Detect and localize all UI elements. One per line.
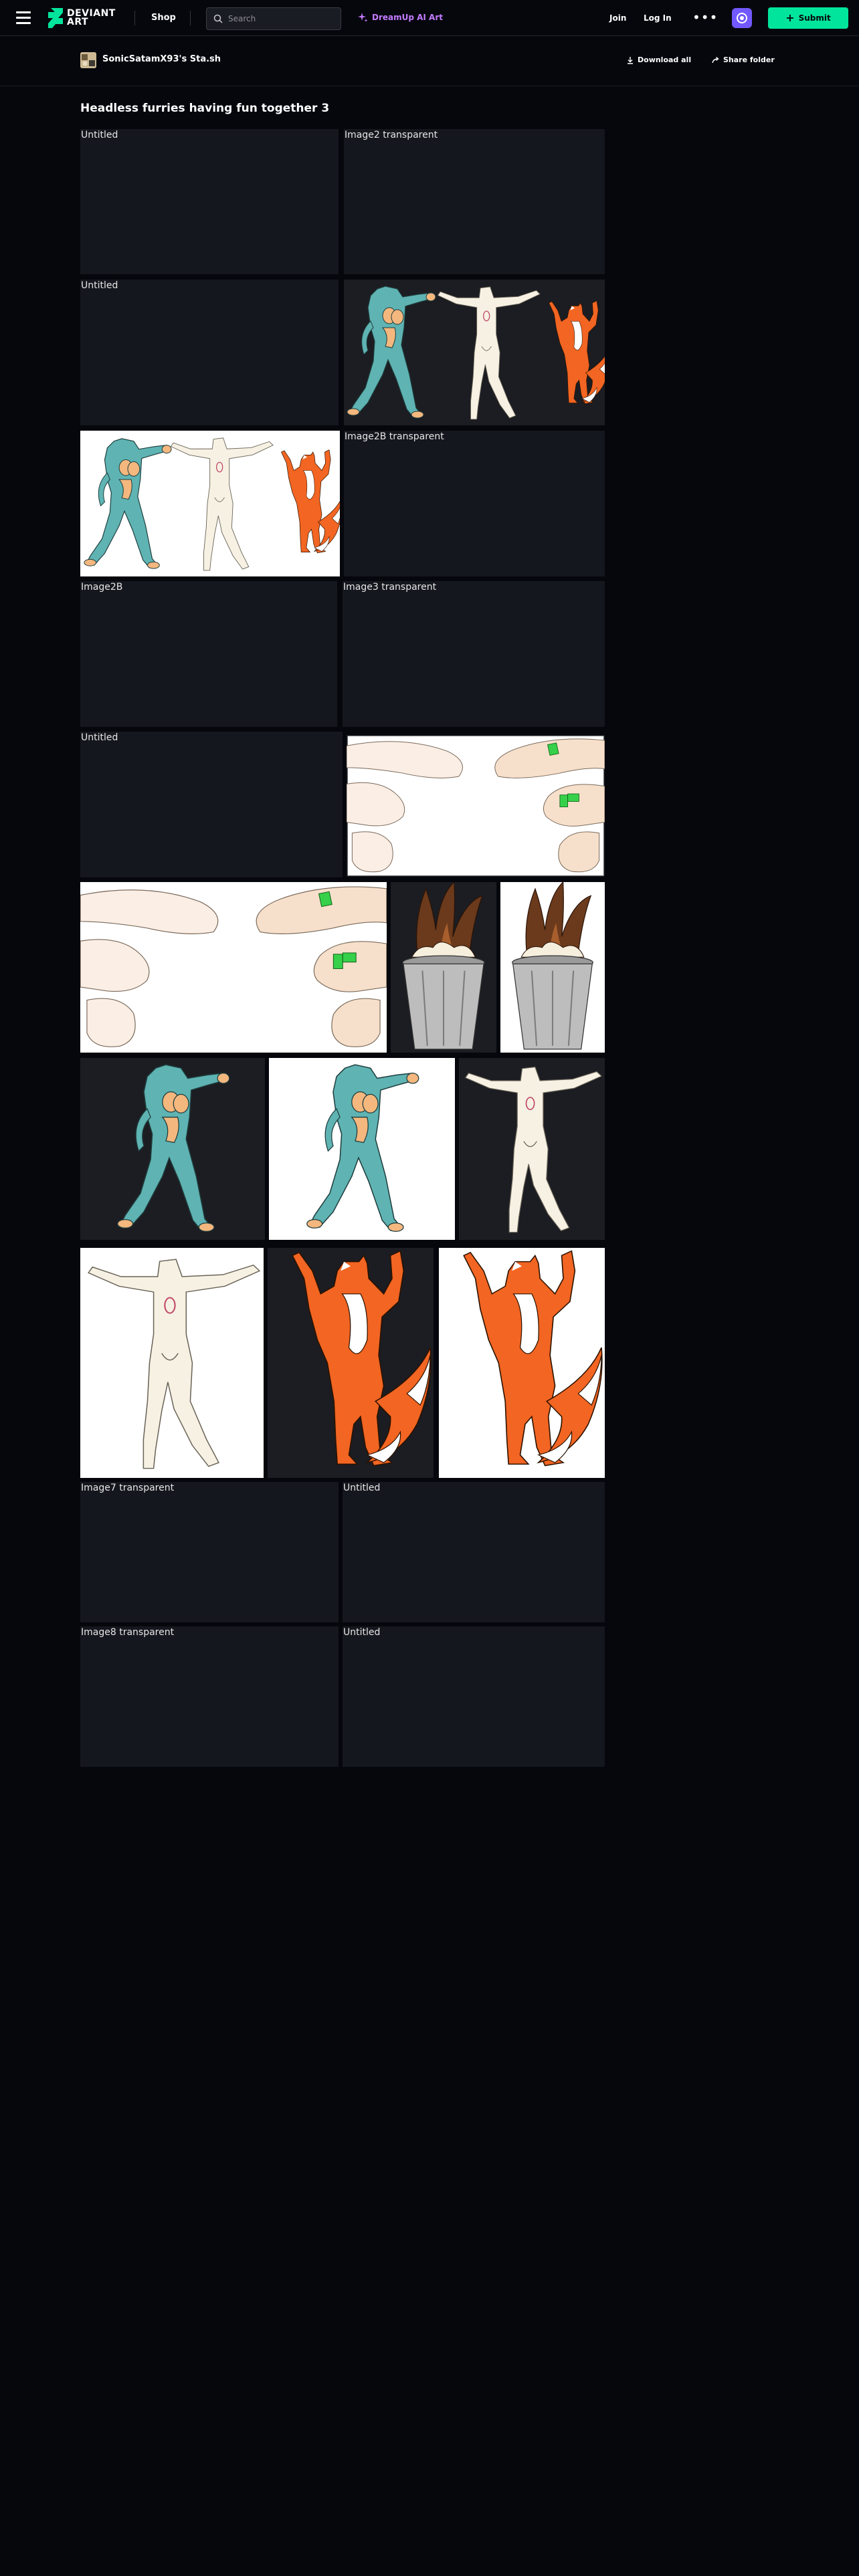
core-membership-button[interactable] bbox=[732, 8, 752, 28]
image-alt-text: Untitled bbox=[81, 732, 118, 743]
artwork-image bbox=[80, 886, 387, 1047]
gallery-tile[interactable]: Image2B transparent bbox=[344, 431, 605, 576]
dreamup-label: DreamUp AI Art bbox=[372, 13, 444, 22]
gallery-tile[interactable] bbox=[459, 1058, 605, 1240]
artwork-image bbox=[347, 286, 605, 420]
artwork-image bbox=[464, 1066, 603, 1233]
deviantart-logo[interactable]: DEVIANT ART bbox=[48, 7, 123, 29]
deviantart-logo-icon bbox=[48, 8, 63, 28]
avatar[interactable] bbox=[80, 52, 96, 68]
page-title: Headless furries having fun together 3 bbox=[80, 102, 330, 115]
nav-divider bbox=[134, 11, 135, 25]
gallery-tile[interactable] bbox=[80, 1058, 265, 1240]
artwork-image bbox=[306, 1063, 419, 1232]
download-icon bbox=[628, 56, 633, 64]
image-alt-text: Image8 transparent bbox=[81, 1627, 175, 1638]
image-alt-text: Untitled bbox=[81, 280, 118, 291]
search-icon bbox=[213, 14, 223, 23]
artwork-image bbox=[401, 882, 486, 1050]
share-folder-button[interactable]: Share folder bbox=[712, 56, 775, 64]
image-alt-text: Image2B transparent bbox=[345, 431, 444, 442]
artwork-image bbox=[463, 1250, 603, 1467]
gallery-tile[interactable] bbox=[269, 1058, 455, 1240]
core-badge-icon bbox=[737, 13, 747, 23]
gallery-tile[interactable]: Image2B bbox=[80, 581, 337, 727]
top-navigation-bar: DEVIANT ART Shop DreamUp AI Art Join Log… bbox=[0, 0, 859, 36]
gallery-tile[interactable]: Image2 transparent bbox=[344, 129, 605, 274]
gallery-tile[interactable]: Untitled bbox=[343, 1626, 605, 1767]
more-options-icon[interactable]: ••• bbox=[692, 9, 718, 25]
download-all-label: Download all bbox=[638, 56, 692, 64]
image-alt-text: Image3 transparent bbox=[343, 582, 437, 593]
gallery-tile[interactable]: Image7 transparent bbox=[80, 1482, 339, 1622]
logo-line-2: ART bbox=[67, 17, 89, 27]
download-all-button[interactable]: Download all bbox=[626, 56, 691, 64]
artwork-image bbox=[80, 1248, 264, 1478]
submit-button[interactable]: + Submit bbox=[768, 7, 848, 29]
gallery-tile[interactable] bbox=[268, 1248, 434, 1478]
image-alt-text: Untitled bbox=[343, 1483, 381, 1493]
artwork-image bbox=[511, 882, 594, 1050]
image-alt-text: Image2B bbox=[81, 582, 123, 593]
gallery-tile[interactable]: Untitled bbox=[80, 732, 343, 877]
gallery-tile[interactable] bbox=[347, 735, 605, 877]
gallery-tile[interactable] bbox=[439, 1248, 605, 1478]
plus-icon: + bbox=[785, 11, 795, 24]
image-alt-text: Image2 transparent bbox=[345, 130, 438, 140]
gallery-tile[interactable] bbox=[80, 431, 340, 576]
login-link[interactable]: Log In bbox=[644, 13, 672, 23]
gallery-tile[interactable]: Untitled bbox=[80, 129, 339, 274]
image-alt-text: Image7 transparent bbox=[81, 1483, 175, 1493]
gallery-tile[interactable]: Untitled bbox=[80, 280, 339, 425]
gallery-tile[interactable]: Image3 transparent bbox=[343, 581, 605, 727]
gallery-tile[interactable] bbox=[344, 280, 605, 425]
share-folder-label: Share folder bbox=[723, 56, 775, 64]
logo-wordmark: DEVIANT ART bbox=[67, 9, 116, 27]
submit-label: Submit bbox=[798, 13, 831, 23]
image-alt-text: Untitled bbox=[343, 1627, 381, 1638]
folder-owner-name[interactable]: SonicSatamX93's Sta.sh bbox=[102, 54, 221, 64]
join-link[interactable]: Join bbox=[609, 13, 626, 23]
gallery-tile[interactable]: Image8 transparent bbox=[80, 1626, 339, 1767]
nav-divider bbox=[190, 11, 191, 25]
dreamup-link[interactable]: DreamUp AI Art bbox=[357, 12, 443, 23]
gallery-tile[interactable] bbox=[391, 882, 496, 1053]
gallery-tile[interactable] bbox=[80, 1248, 264, 1478]
artwork-image bbox=[347, 735, 605, 877]
search-input[interactable] bbox=[228, 14, 335, 23]
artwork-image bbox=[116, 1063, 230, 1232]
menu-icon[interactable] bbox=[16, 11, 31, 25]
gallery-tile[interactable]: Untitled bbox=[343, 1482, 605, 1622]
folder-header: SonicSatamX93's Sta.sh Download all Shar… bbox=[0, 37, 859, 86]
artwork-image bbox=[84, 437, 340, 571]
artwork-image bbox=[292, 1250, 432, 1467]
share-icon bbox=[712, 56, 719, 63]
search-field[interactable] bbox=[206, 7, 341, 30]
gallery-tile[interactable] bbox=[80, 882, 387, 1053]
image-alt-text: Untitled bbox=[81, 130, 118, 140]
shop-link[interactable]: Shop bbox=[151, 13, 176, 23]
sparkle-icon bbox=[358, 13, 368, 22]
gallery-tile[interactable] bbox=[500, 882, 605, 1053]
